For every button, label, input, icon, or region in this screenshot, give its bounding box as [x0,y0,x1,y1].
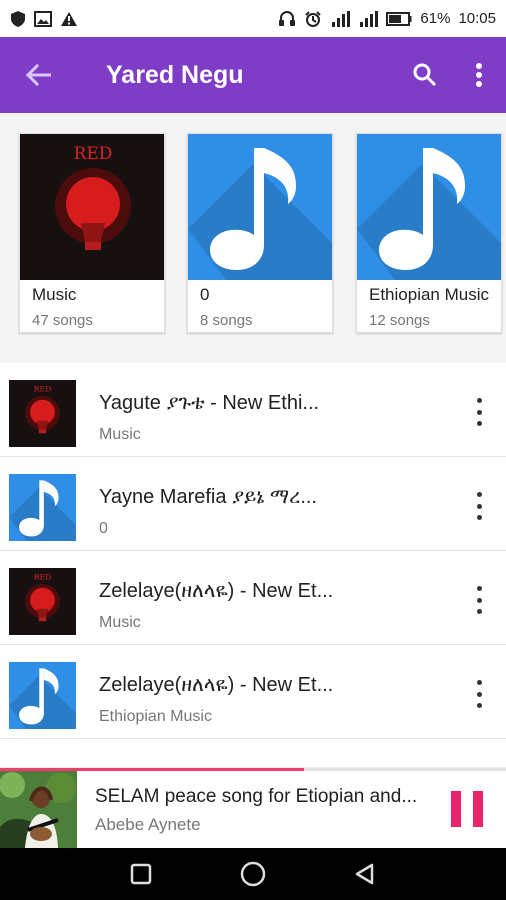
album-song-count: 12 songs [369,312,430,329]
more-dot-icon [476,703,482,708]
album-art-note [188,134,332,280]
now-playing-artist: Abebe Aynete [95,815,201,834]
music-note-artwork [357,134,501,280]
red-bulb-artwork: RED [9,568,76,635]
home-button[interactable] [239,860,267,888]
more-dot-icon [476,503,482,509]
recents-icon [130,863,152,885]
music-note-artwork [188,134,332,280]
song-thumbnail: RED [9,568,76,635]
song-title: Yagute ያጉቴ - New Ethi... [99,392,320,414]
album-card-music[interactable]: RED Music 47 songs [19,133,165,333]
song-album: 0 [99,520,108,537]
shield-notification-icon [11,10,25,27]
status-right-icons: 61% 10:05 [278,10,496,28]
warning-icon [61,11,77,26]
more-vertical-icon [476,63,482,87]
headphones-icon [279,10,296,26]
song-thumbnail [9,662,76,729]
song-title: Zelelaye(ዘለላዬ) - New Et... [99,674,334,696]
song-row[interactable]: RED Zelelaye(ዘለላዬ) - New Et... Music [0,551,506,645]
artist-photo-artwork [0,771,77,848]
battery-percent: 61% [420,10,451,27]
more-dot-icon [476,492,482,497]
more-dot-icon [476,586,482,591]
recents-button[interactable] [127,860,155,888]
more-dot-icon [476,597,482,603]
album-carousel: RED Music 47 songs 0 8 songs Ethiopian M… [0,113,506,363]
album-card-0[interactable]: 0 8 songs [187,133,333,333]
more-dot-icon [476,515,482,520]
red-bulb-artwork: RED [20,134,164,280]
more-options-button[interactable] [452,37,506,113]
svg-text:RED: RED [74,144,113,164]
pause-icon-right-bar [473,791,483,827]
album-art-note [357,134,501,280]
search-icon [413,63,437,87]
song-more-options[interactable] [474,586,484,614]
arrow-left-icon [25,63,51,87]
song-album: Music [99,426,141,443]
more-dot-icon [476,609,482,614]
music-note-artwork [9,662,76,729]
status-left-icons [10,10,78,28]
back-navigation-button[interactable] [351,860,379,888]
song-row[interactable]: RED Yagute ያጉቴ - New Ethi... Music [0,363,506,457]
song-row[interactable]: Zelelaye(ዘለላዬ) - New Et... Ethiopian Mus… [0,645,506,739]
album-card-ethiopian-music[interactable]: Ethiopian Music 12 songs [356,133,502,333]
more-dot-icon [476,421,482,426]
more-dot-icon [476,409,482,415]
now-playing-bar[interactable]: SELAM peace song for Etiopian and... Abe… [0,771,506,848]
app-bar: Yared Negu [0,37,506,113]
more-dot-icon [476,680,482,685]
album-name: Music [32,285,77,304]
now-playing-artwork [0,771,77,848]
song-title: Zelelaye(ዘለላዬ) - New Et... [99,580,334,602]
image-notification-icon [34,10,52,27]
song-more-options[interactable] [474,398,484,426]
song-more-options[interactable] [474,492,484,520]
song-list: RED Yagute ያጉቴ - New Ethi... Music Yayne… [0,363,506,767]
back-button[interactable] [0,37,76,113]
signal-icon [332,10,351,27]
song-thumbnail: RED [9,380,76,447]
album-name: Ethiopian Music [369,285,490,304]
more-dot-icon [476,691,482,697]
album-song-count: 8 songs [200,312,253,329]
album-song-count: 47 songs [32,312,93,329]
song-title: Yayne Marefia ያይኔ ማረ... [99,486,317,508]
more-dot-icon [476,398,482,403]
search-button[interactable] [398,37,452,113]
back-triangle-icon [355,863,374,885]
svg-text:RED: RED [34,384,52,393]
album-name: 0 [200,285,210,304]
pause-button[interactable] [451,791,483,827]
song-row[interactable]: Yayne Marefia ያይኔ ማረ... 0 [0,457,506,551]
album-art-red: RED [20,134,164,280]
alarm-icon [305,10,322,27]
system-navigation-bar [0,848,506,900]
battery-icon [386,11,412,26]
clock: 10:05 [458,10,496,27]
pause-icon-left-bar [451,791,461,827]
page-title: Yared Negu [106,60,244,89]
music-note-artwork [9,474,76,541]
now-playing-title: SELAM peace song for Etiopian and... [95,786,418,807]
song-more-options[interactable] [474,680,484,708]
svg-text:RED: RED [34,572,52,581]
status-bar: 61% 10:05 [0,0,506,37]
song-album: Music [99,614,141,631]
song-thumbnail [9,474,76,541]
signal-secondary-icon [360,10,379,27]
song-album: Ethiopian Music [99,708,212,725]
home-icon [240,861,266,887]
red-bulb-artwork: RED [9,380,76,447]
